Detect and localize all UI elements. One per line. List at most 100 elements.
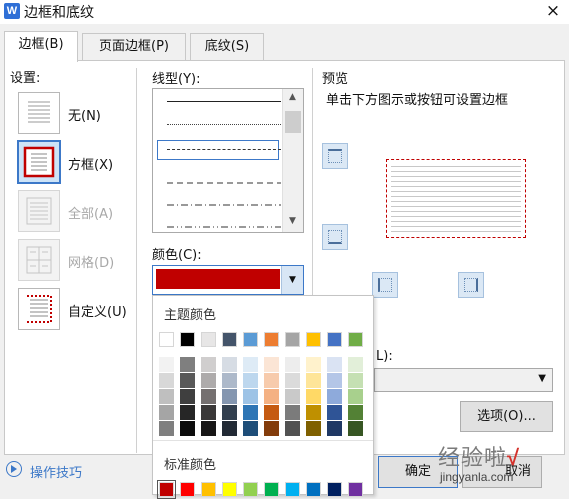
theme-shade-swatch[interactable] (243, 373, 258, 388)
theme-shade-swatch[interactable] (264, 421, 279, 436)
options-button[interactable]: 选项(O)... (460, 401, 553, 432)
theme-shade-swatch[interactable] (222, 373, 237, 388)
preview-text-line (391, 231, 521, 232)
app-icon: W (4, 3, 20, 19)
theme-shade-swatch[interactable] (306, 405, 321, 420)
theme-shade-swatch[interactable] (264, 405, 279, 420)
theme-shade-swatch[interactable] (159, 421, 174, 436)
theme-color-swatch[interactable] (264, 332, 279, 347)
preview-area[interactable] (386, 159, 526, 238)
theme-shade-swatch[interactable] (243, 357, 258, 372)
scroll-down-icon[interactable]: ▼ (289, 216, 296, 226)
theme-shade-swatch[interactable] (306, 421, 321, 436)
theme-shade-swatch[interactable] (201, 405, 216, 420)
theme-shade-swatch[interactable] (180, 421, 195, 436)
theme-shade-swatch[interactable] (180, 405, 195, 420)
theme-shade-swatch[interactable] (180, 373, 195, 388)
theme-color-swatch[interactable] (327, 332, 342, 347)
theme-shade-swatch[interactable] (264, 389, 279, 404)
theme-shade-swatch[interactable] (327, 373, 342, 388)
play-icon[interactable] (6, 461, 22, 477)
theme-shade-swatch[interactable] (201, 421, 216, 436)
setting-all-button[interactable] (18, 190, 60, 232)
theme-shade-swatch[interactable] (243, 389, 258, 404)
theme-shade-swatch[interactable] (222, 405, 237, 420)
scroll-up-icon[interactable]: ▲ (289, 92, 296, 102)
border-right-icon (464, 278, 478, 292)
tab-page-borders[interactable]: 页面边框(P) (82, 33, 186, 61)
setting-box-button[interactable] (17, 140, 61, 184)
theme-shade-swatch[interactable] (180, 357, 195, 372)
border-bottom-button[interactable] (322, 224, 348, 250)
theme-shade-swatch[interactable] (285, 357, 300, 372)
preview-text-line (391, 206, 521, 207)
theme-shade-swatch[interactable] (285, 389, 300, 404)
setting-grid-button[interactable] (18, 239, 60, 281)
theme-color-swatch[interactable] (243, 332, 258, 347)
theme-shade-swatch[interactable] (285, 373, 300, 388)
line-style-dotted[interactable] (167, 124, 281, 125)
theme-shade-swatch[interactable] (180, 389, 195, 404)
scroll-thumb[interactable] (285, 111, 301, 133)
chevron-down-icon[interactable]: ▼ (281, 266, 303, 294)
theme-shade-swatch[interactable] (264, 357, 279, 372)
theme-shade-swatch[interactable] (306, 357, 321, 372)
theme-shade-swatch[interactable] (348, 373, 363, 388)
theme-color-swatch[interactable] (285, 332, 300, 347)
theme-shade-swatch[interactable] (201, 389, 216, 404)
theme-shade-swatch[interactable] (264, 373, 279, 388)
border-top-button[interactable] (322, 143, 348, 169)
preview-text-line (391, 186, 521, 187)
theme-shade-swatch[interactable] (159, 389, 174, 404)
theme-shade-swatch[interactable] (159, 405, 174, 420)
border-right-button[interactable] (458, 272, 484, 298)
theme-shade-swatch[interactable] (306, 389, 321, 404)
theme-shade-swatch[interactable] (201, 373, 216, 388)
setting-custom-button[interactable] (18, 288, 60, 330)
theme-shade-swatch[interactable] (159, 357, 174, 372)
theme-shade-swatch[interactable] (327, 405, 342, 420)
theme-shade-swatch[interactable] (348, 421, 363, 436)
theme-shade-swatch[interactable] (243, 405, 258, 420)
setting-box-label: 方框(X) (68, 158, 114, 173)
line-style-dashed-small[interactable] (167, 149, 281, 150)
theme-color-swatch[interactable] (201, 332, 216, 347)
preview-hint: 单击下方图示或按钮可设置边框 (326, 93, 509, 108)
line-style-solid[interactable] (167, 101, 281, 102)
close-button[interactable]: × (544, 0, 562, 22)
theme-shade-swatch[interactable] (327, 389, 342, 404)
theme-shade-swatch[interactable] (348, 405, 363, 420)
preview-text-line (391, 216, 521, 217)
apply-to-select[interactable]: ▼ (374, 368, 553, 392)
theme-shade-swatch[interactable] (222, 389, 237, 404)
setting-none-label: 无(N) (68, 109, 101, 124)
theme-shade-swatch[interactable] (348, 357, 363, 372)
theme-shade-swatch[interactable] (327, 357, 342, 372)
theme-shade-swatch[interactable] (243, 421, 258, 436)
theme-color-swatch[interactable] (159, 332, 174, 347)
theme-shade-swatch[interactable] (348, 389, 363, 404)
setting-none-button[interactable] (18, 92, 60, 134)
theme-shade-swatch[interactable] (222, 357, 237, 372)
theme-shade-swatch[interactable] (159, 373, 174, 388)
tab-borders[interactable]: 边框(B) (4, 31, 78, 62)
theme-shade-swatch[interactable] (285, 405, 300, 420)
theme-color-swatch[interactable] (222, 332, 237, 347)
tips-link[interactable]: 操作技巧 (30, 462, 82, 481)
line-style-scrollbar[interactable]: ▲ ▼ (282, 89, 303, 232)
theme-color-swatch[interactable] (348, 332, 363, 347)
theme-shade-swatch[interactable] (306, 373, 321, 388)
theme-shade-swatch[interactable] (222, 421, 237, 436)
line-style-selected-outline (157, 140, 279, 160)
watermark-url: jingyanla.com (440, 470, 514, 484)
tab-shading[interactable]: 底纹(S) (190, 33, 264, 61)
theme-shade-swatch[interactable] (285, 421, 300, 436)
settings-heading: 设置: (10, 71, 41, 86)
theme-shade-swatch[interactable] (327, 421, 342, 436)
border-left-button[interactable] (372, 272, 398, 298)
theme-shade-swatch[interactable] (201, 357, 216, 372)
preview-text-line (391, 211, 521, 212)
theme-color-swatch[interactable] (306, 332, 321, 347)
theme-color-swatch[interactable] (180, 332, 195, 347)
border-bottom-icon (328, 230, 342, 244)
